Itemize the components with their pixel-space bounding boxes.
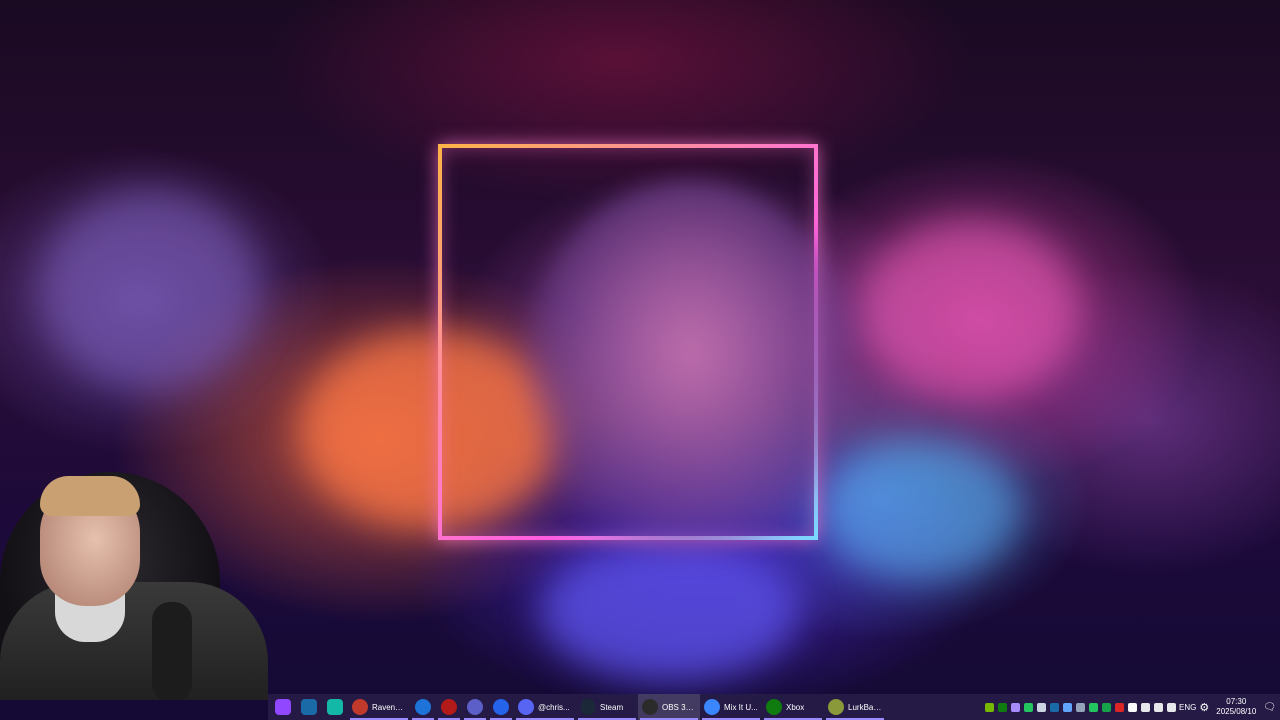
taskbar-app-label: Steam	[600, 702, 624, 712]
purple-tray-icon[interactable]	[1011, 702, 1021, 712]
xbox-tray-icon[interactable]	[998, 702, 1008, 712]
twitch-icon	[275, 699, 291, 715]
edge-browser-icon	[415, 699, 431, 715]
green-dot-icon[interactable]	[1024, 702, 1034, 712]
cloud-tray-icon[interactable]	[1063, 702, 1073, 712]
system-tray: ENG ⚙ 07:30 2025/08/10 🗨	[985, 694, 1280, 720]
teams-icon	[467, 699, 483, 715]
shield-tray-icon[interactable]	[1128, 702, 1138, 712]
taskbar-pinned-steam[interactable]	[296, 694, 322, 720]
wallpaper-cloud	[820, 440, 1020, 580]
taskbar-app-app-circle[interactable]	[488, 694, 514, 720]
red-app-icon	[441, 699, 457, 715]
clock-date: 2025/08/10	[1216, 707, 1257, 716]
wallpaper-cloud	[540, 540, 800, 680]
taskbar-app-label: Mix It U...	[724, 702, 758, 712]
taskbar-app-teams[interactable]	[462, 694, 488, 720]
webcam-microphone	[152, 602, 192, 700]
taskbar-app-mixitup[interactable]: Mix It U...	[700, 694, 762, 720]
wallpaper-cloud	[40, 190, 260, 390]
notification-icon[interactable]: 🗨	[1263, 702, 1276, 713]
taskbar-app-label: RavenRi...	[372, 702, 406, 712]
lurkbait-icon	[828, 699, 844, 715]
mixitup-icon	[704, 699, 720, 715]
red-b-tray-icon[interactable]	[1115, 702, 1125, 712]
battery-tray-icon[interactable]	[1102, 702, 1112, 712]
taskbar-pinned-app-p[interactable]	[322, 694, 348, 720]
volume-icon[interactable]	[1167, 702, 1177, 712]
language-indicator[interactable]: ENG	[1179, 703, 1196, 712]
taskbar-app-discord[interactable]: @chris...	[514, 694, 576, 720]
globe-icon[interactable]	[1037, 702, 1047, 712]
taskbar-app-label: OBS 31....	[662, 702, 696, 712]
discord-icon	[518, 699, 534, 715]
taskbar-app-xbox[interactable]: Xbox	[762, 694, 824, 720]
obs-icon	[642, 699, 658, 715]
taskbar-app-label: @chris...	[538, 702, 570, 712]
taskbar-app-ravenri[interactable]: RavenRi...	[348, 694, 410, 720]
webcam-person-hair	[40, 476, 140, 516]
taskbar-app-lurkbait[interactable]: LurkBait...	[824, 694, 886, 720]
gear-icon[interactable]: ⚙	[1199, 701, 1209, 714]
wallpaper-cloud	[520, 180, 860, 560]
webcam-overlay	[0, 462, 268, 700]
microphone-icon[interactable]	[1141, 702, 1151, 712]
clock[interactable]: 07:30 2025/08/10	[1212, 697, 1260, 717]
taskbar-pinned-twitch[interactable]	[270, 694, 296, 720]
taskbar-app-edge-browser[interactable]	[410, 694, 436, 720]
steam-tray-icon[interactable]	[1050, 702, 1060, 712]
ravenri-icon	[352, 699, 368, 715]
app-p-icon	[327, 699, 343, 715]
nvidia-icon[interactable]	[985, 702, 995, 712]
clock-time: 07:30	[1226, 697, 1247, 706]
taskbar-app-label: Xbox	[786, 702, 805, 712]
app-circle-icon	[493, 699, 509, 715]
network-icon[interactable]	[1154, 702, 1164, 712]
taskbar-app-label: LurkBait...	[848, 702, 882, 712]
steam-icon	[301, 699, 317, 715]
link-tray-icon[interactable]	[1076, 702, 1086, 712]
play-tray-icon[interactable]	[1089, 702, 1099, 712]
taskbar-app-red-app[interactable]	[436, 694, 462, 720]
xbox-icon	[766, 699, 782, 715]
webcam-person-body	[0, 582, 268, 700]
taskbar-app-obs[interactable]: OBS 31....	[638, 694, 700, 720]
taskbar: RavenRi... @chris... Steam OBS 31.... Mix It…	[268, 694, 1280, 720]
taskbar-app-steam[interactable]: Steam	[576, 694, 638, 720]
wallpaper-cloud	[860, 220, 1080, 400]
steam-icon	[580, 699, 596, 715]
